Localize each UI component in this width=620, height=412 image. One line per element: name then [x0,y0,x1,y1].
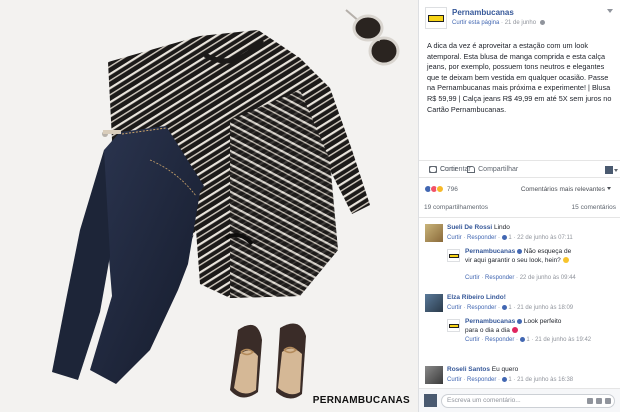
camera-icon[interactable] [587,398,593,404]
page-name-link[interactable]: Pernambucanas [452,8,514,17]
like-count-icon [501,305,507,310]
avatar [424,394,437,407]
wow-reaction-icon[interactable] [436,185,444,193]
comment-like-link[interactable]: Curtir [447,377,462,383]
composer-icons [587,398,611,404]
comment-time[interactable]: 22 de junho às 07:11 [517,235,573,241]
comment-composer: Escreva um comentário... [419,388,620,412]
page-avatar[interactable] [425,7,447,29]
comment-like-count: 1 [508,305,512,312]
reply-like-link[interactable]: Curtir [465,337,480,343]
brand-logo-icon [428,14,444,22]
comment-text: Sueli De Rossi Lindo [447,224,617,233]
comment-bubble-icon [429,165,437,173]
comment-button[interactable]: Comentar [429,165,620,173]
reply-actions: Curtir · Responder · 1 · 21 de junho às … [465,336,592,343]
photo-illustration [52,9,400,399]
avatar[interactable] [425,294,443,312]
post-as-avatar[interactable] [605,166,613,174]
like-page-link[interactable]: Curtir esta página [452,20,499,26]
sticker-icon[interactable] [605,398,611,404]
reactions-row: 796 Comentários mais relevantes [419,180,620,198]
shares-count-link[interactable]: 19 compartilhamentos [424,204,488,217]
like-count-icon [501,235,507,240]
comment-text: Elza Ribeiro Lindo! [447,294,617,303]
verified-icon [517,318,523,324]
reply-reply-link[interactable]: Responder [485,275,514,281]
comment-author[interactable]: Elza Ribeiro Lindo! [447,294,506,301]
reply-actions: Curtir · Responder · 22 de junho às 09:4… [465,275,576,281]
comment-like-link[interactable]: Curtir [447,305,462,311]
chevron-down-icon [607,187,611,191]
jeans [52,126,204,384]
post-meta: Curtir esta página · 21 de junho [452,20,545,26]
reply-time[interactable]: 22 de junho às 09:44 [520,275,576,281]
comment-like-count: 1 [508,377,512,384]
post-options-chevron-icon[interactable] [607,9,613,13]
flat-shoes [230,323,306,399]
avatar[interactable] [425,224,443,242]
verified-icon [517,248,523,254]
avatar[interactable] [425,366,443,384]
reaction-count[interactable]: 796 [447,186,458,193]
brand-logo-icon [448,323,459,328]
brand-watermark: PERNAMBUCANAS [312,395,410,406]
post-date-link[interactable]: 21 de junho [505,20,536,26]
comment-reply-link[interactable]: Responder [467,235,496,241]
reply-author[interactable]: Pernambucanas [465,318,515,325]
comment-time[interactable]: 21 de junho às 16:38 [517,377,573,383]
meta-separator: · [501,20,504,27]
like-count-icon [501,377,507,382]
heart-eyes-emoji-icon [511,326,518,333]
comment-reply-link[interactable]: Responder [467,305,496,311]
reply-author[interactable]: Pernambucanas [465,248,515,255]
comments-count-link[interactable]: 15 comentários [572,204,616,217]
brand-logo-icon [448,253,459,258]
post-as-chevron-icon[interactable] [614,169,618,172]
post-header: Pernambucanas Curtir esta página · 21 de… [419,0,620,36]
comment-reply-link[interactable]: Responder [467,377,496,383]
post-photo[interactable]: PERNAMBUCANAS [0,0,418,412]
comment-like-count: 1 [508,235,512,242]
reply-time[interactable]: 21 de junho às 19:42 [535,337,591,343]
post-panel: Pernambucanas Curtir esta página · 21 de… [418,0,620,412]
page-avatar-small[interactable] [447,249,460,262]
facebook-photo-viewer: PERNAMBUCANAS Pernambucanas Curtir esta … [0,0,620,412]
like-count-icon [519,336,525,342]
comment-author[interactable]: Roseli Santos [447,366,490,373]
comment-body: Eu quero [491,366,519,373]
post-action-bar: Curtir Comentar Compartilhar [419,160,620,178]
comment-time[interactable]: 21 de junho às 18:09 [517,305,573,311]
reply-text: Pernambucanas Não esqueça de vir aqui ga… [465,248,575,265]
reply-like-link[interactable]: Curtir [465,275,480,281]
comment-sort-label: Comentários mais relevantes [520,185,605,193]
wink-emoji-icon [562,256,569,263]
comment-text: Roseli Santos Eu quero [447,366,617,375]
reply-reply-link[interactable]: Responder [485,337,514,343]
counts-row: 19 compartilhamentos 15 comentários [419,204,620,218]
reply-text: Pernambucanas Look perfeito para o dia a… [465,318,575,335]
comment-sort-dropdown[interactable]: Comentários mais relevantes [521,186,611,193]
comment-body: Lindo [493,224,510,231]
reply-like-count: 1 [526,337,530,343]
sunglasses [345,9,400,66]
globe-icon [539,20,545,25]
page-avatar-small[interactable] [447,319,460,332]
comment-actions: Curtir · Responder · 1 · 22 de junho às … [447,235,573,242]
comment-like-link[interactable]: Curtir [447,235,462,241]
gif-icon[interactable] [596,398,602,404]
comment-author[interactable]: Sueli De Rossi [447,224,492,231]
post-text: A dica da vez é aproveitar a estação com… [427,41,612,114]
comment-actions: Curtir · Responder · 1 · 21 de junho às … [447,305,574,312]
comment-label: Comentar [440,165,471,173]
comment-actions: Curtir · Responder · 1 · 21 de junho às … [447,377,574,384]
